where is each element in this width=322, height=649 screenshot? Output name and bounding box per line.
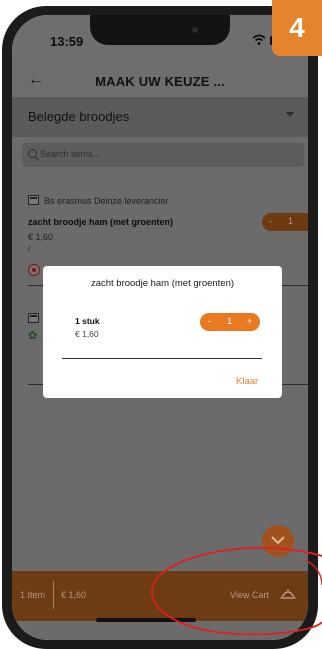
category-select[interactable]: Belegde broodjes — [12, 97, 308, 137]
chevron-down-icon — [286, 112, 294, 117]
dialog-price: € 1,60 — [75, 329, 99, 339]
home-area — [12, 621, 308, 640]
allergen-badge-icon — [28, 264, 40, 276]
dialog-divider — [62, 358, 262, 359]
decrement-button[interactable]: - — [269, 216, 272, 226]
product-name: zacht broodje ham (met groenten) — [28, 217, 174, 227]
quantity-dialog: zacht broodje ham (met groenten) 1 stuk … — [43, 266, 282, 398]
decrement-button[interactable]: - — [208, 316, 211, 326]
home-indicator[interactable] — [96, 618, 196, 622]
wifi-icon — [252, 34, 266, 45]
step-number: 4 — [289, 12, 305, 43]
page-header: ← MAAK UW KEUZE ... — [12, 67, 308, 97]
cloche-icon — [280, 589, 296, 599]
cart-bar[interactable]: 1 Item € 1,60 View Cart — [12, 571, 308, 621]
cart-separator — [53, 581, 54, 609]
product-quantity-stepper: - 1 + — [262, 213, 308, 231]
search-icon — [28, 149, 37, 158]
store-icon — [28, 313, 39, 323]
search-input[interactable]: Search items... — [22, 143, 304, 167]
quantity-value: 1 — [227, 316, 233, 326]
dialog-title: zacht broodje ham (met groenten) — [90, 278, 235, 289]
camera-dot — [192, 27, 198, 33]
scroll-down-button[interactable] — [262, 525, 294, 557]
page-title: MAAK UW KEUZE ... — [95, 74, 225, 89]
cart-item-count: 1 Item — [20, 590, 46, 600]
quantity-value: 1 — [288, 216, 294, 226]
store-label: Bs erasmus Deinze leverancier — [44, 196, 169, 206]
product-unit: / — [28, 245, 31, 254]
view-cart-button[interactable]: View Cart — [230, 590, 269, 600]
product-price: € 1,60 — [28, 232, 54, 242]
cart-total: € 1,60 — [61, 590, 87, 600]
category-selected-value: Belegde broodjes — [28, 109, 130, 124]
increment-button[interactable]: + — [247, 316, 252, 326]
notch — [90, 15, 230, 45]
status-time: 13:59 — [50, 34, 84, 49]
status-bar: 13:59 — [12, 15, 308, 67]
search-placeholder: Search items... — [40, 149, 101, 159]
dialog-quantity-label: 1 stuk — [75, 316, 100, 326]
vegetarian-leaf-icon: ✿ — [28, 330, 38, 342]
phone-frame: 13:59 ← MAAK UW KEUZE ... Belegde broodj… — [0, 0, 322, 649]
step-badge: 4 — [272, 0, 322, 56]
done-button[interactable]: Klaar — [236, 376, 258, 387]
store-icon — [28, 195, 39, 205]
chevron-down-icon — [271, 536, 285, 545]
dialog-quantity-stepper: - 1 + — [200, 313, 260, 331]
